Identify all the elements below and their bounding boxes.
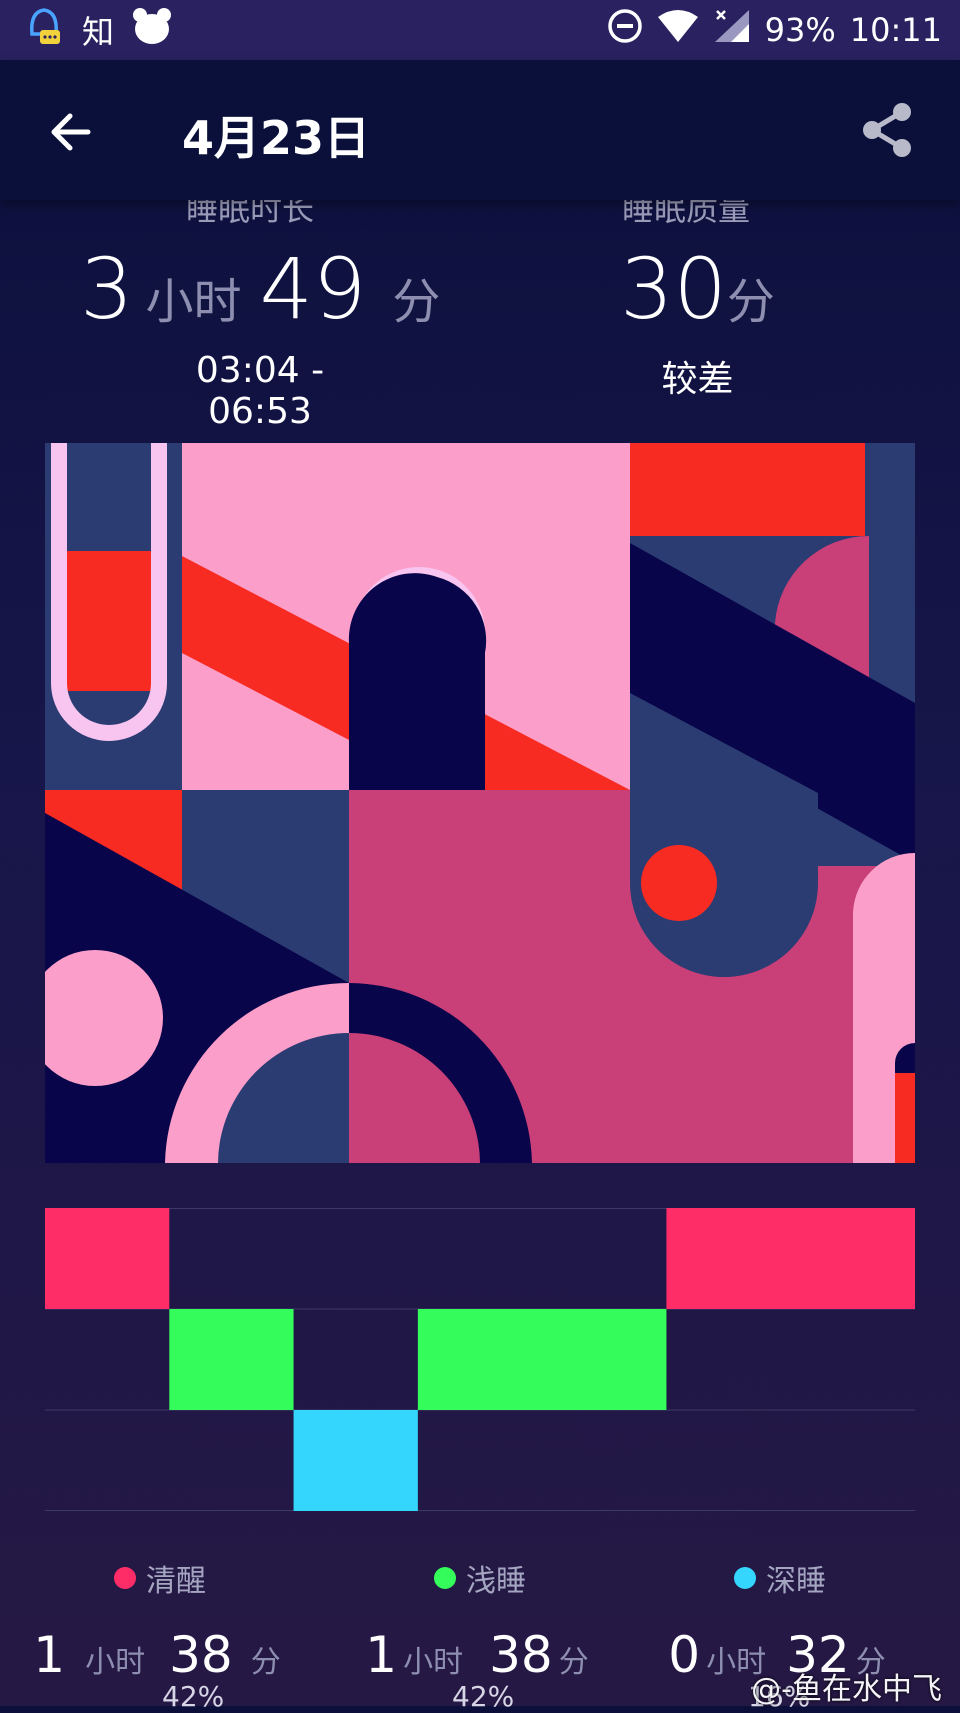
legend-light: 浅睡 1 小时 38 分: [330, 1556, 630, 1684]
zhihu-icon: 知: [82, 13, 115, 51]
deep-hours: 0: [668, 1626, 701, 1684]
legend-label: 清醒: [146, 1564, 206, 1599]
minute-unit: 分: [558, 1645, 589, 1680]
hour-unit: 小时: [145, 274, 242, 330]
awake-hours: 1: [33, 1626, 66, 1684]
light-segment: [169, 1309, 294, 1410]
app-bar: 4月23日: [0, 60, 960, 200]
score-unit: 分: [726, 274, 775, 330]
duration-hours: 3: [80, 240, 134, 338]
arrow-left-icon: [51, 113, 91, 151]
battery-level: 93%: [764, 11, 836, 49]
deep-dot: [734, 1567, 756, 1589]
deep-segment: [293, 1410, 418, 1511]
share-icon: [863, 103, 911, 157]
bear-icon: [132, 6, 172, 54]
qq-bell-icon: [24, 4, 64, 56]
status-bar: 知 93% 10:11: [0, 0, 960, 60]
page-title: 4月23日: [182, 111, 371, 165]
minute-unit: 分: [250, 1645, 281, 1680]
awake-dot: [114, 1567, 136, 1589]
quality-text: 较差: [661, 359, 734, 400]
light-minutes: 38: [489, 1626, 553, 1684]
decorative-artwork: [45, 443, 915, 1163]
legend-label: 深睡: [766, 1564, 826, 1599]
light-segment: [417, 1309, 667, 1410]
quality-score: 30: [620, 240, 727, 338]
hour-unit: 小时: [85, 1645, 146, 1680]
awake-segment: [45, 1208, 170, 1309]
awake-percent: 42%: [162, 1680, 225, 1713]
time-range: 03:04 - 06:53: [195, 350, 325, 432]
sleep-duration: 3 小时 49 分: [80, 240, 440, 338]
back-button[interactable]: [44, 104, 100, 160]
dnd-icon: [607, 8, 643, 52]
sleep-quality: 30 分: [620, 240, 775, 338]
awake-minutes: 38: [169, 1626, 233, 1684]
light-hours: 1: [365, 1626, 398, 1684]
sleep-stages-chart: [45, 1208, 915, 1511]
watermark: @-鱼在水中飞: [751, 1672, 942, 1707]
no-signal-icon: [713, 8, 751, 52]
minute-unit: 分: [392, 274, 441, 330]
share-button[interactable]: [856, 98, 920, 162]
wifi-icon: [657, 9, 699, 51]
clock: 10:11: [849, 11, 942, 49]
awake-segment: [666, 1208, 915, 1309]
hour-unit: 小时: [403, 1645, 464, 1680]
light-dot: [434, 1567, 456, 1589]
duration-minutes: 49: [259, 240, 367, 338]
legend-label: 浅睡: [466, 1564, 526, 1599]
light-percent: 42%: [452, 1680, 515, 1713]
legend-awake: 清醒 1 小时 38 分: [10, 1556, 310, 1684]
